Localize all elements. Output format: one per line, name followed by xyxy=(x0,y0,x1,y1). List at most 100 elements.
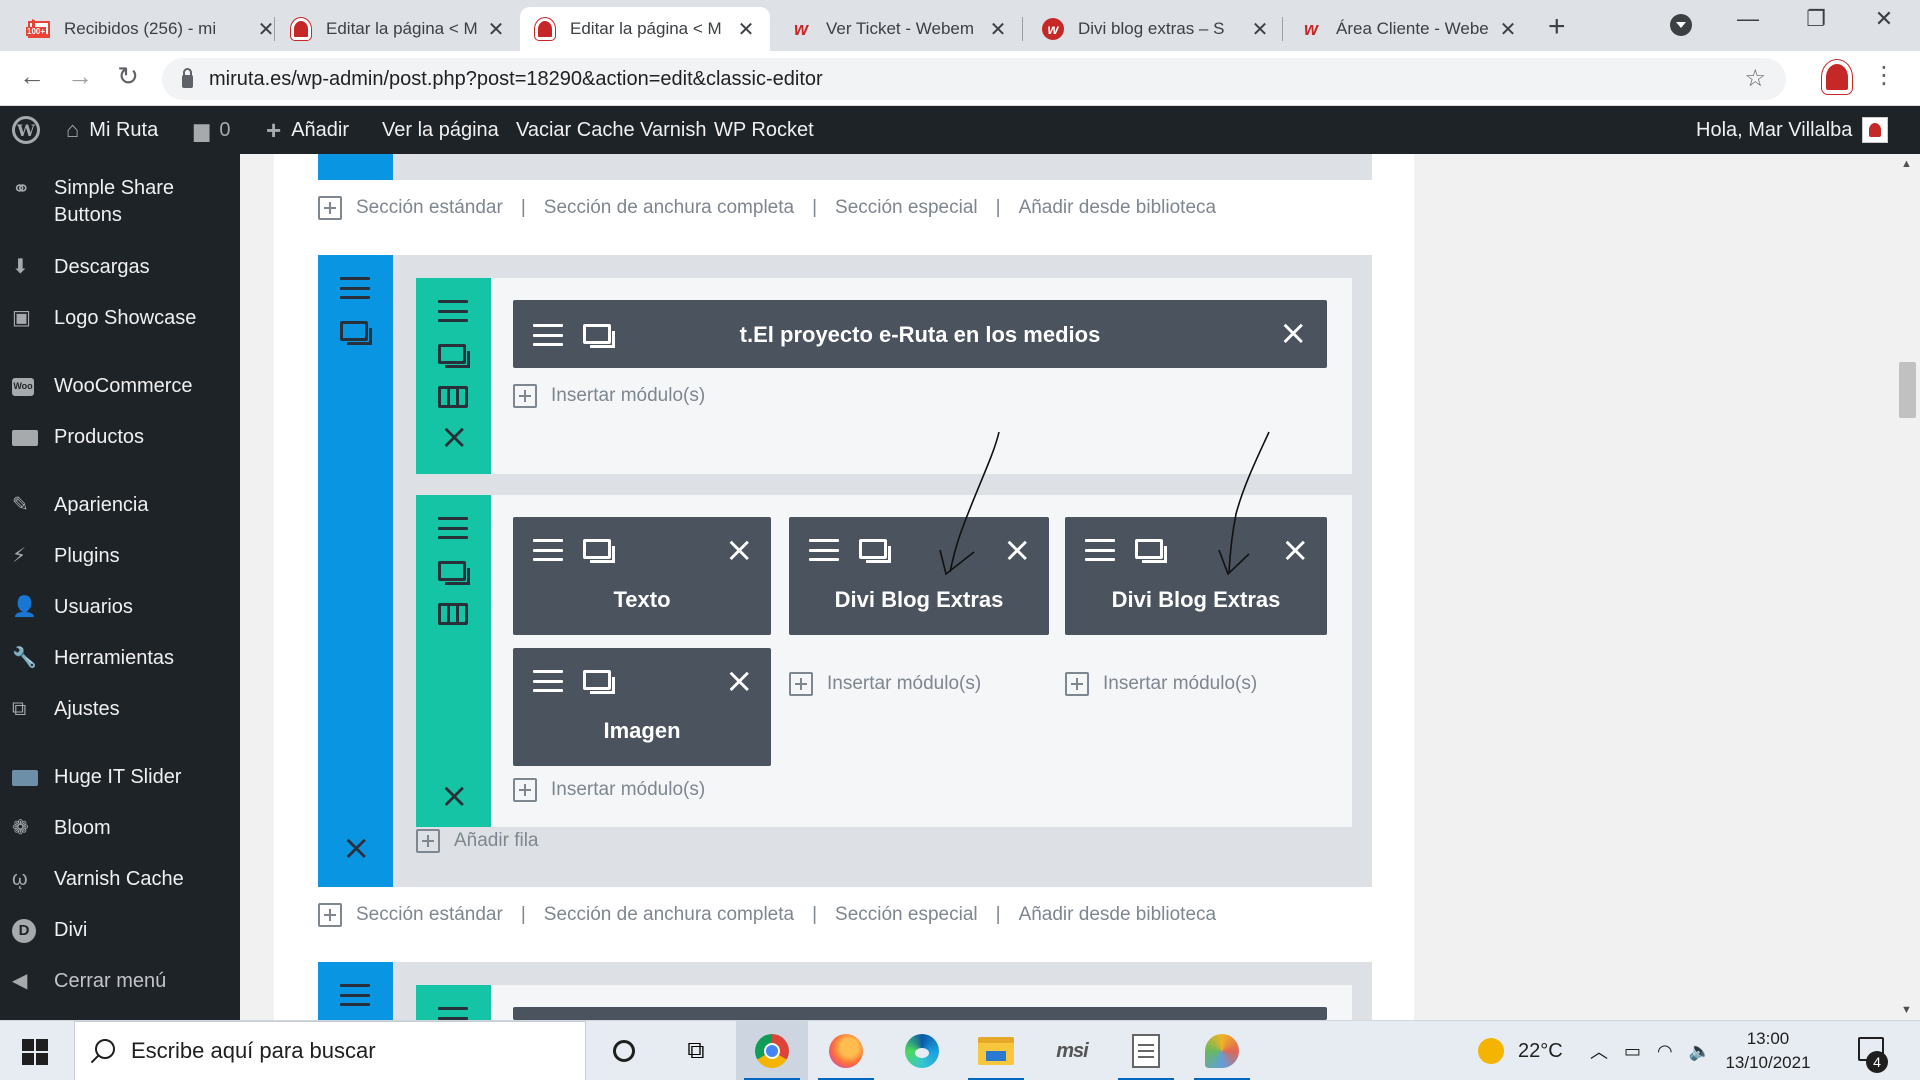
forward-icon[interactable]: → xyxy=(62,61,98,92)
chevron-up-icon[interactable]: ︿ xyxy=(1590,1038,1608,1064)
module-move-icon[interactable] xyxy=(533,670,563,692)
section-settings-icon[interactable] xyxy=(340,321,372,345)
module-delete-icon[interactable]: × xyxy=(725,664,754,698)
tab-gmail[interactable]: 100+ Recibidos (256) - mi ✕ xyxy=(14,7,290,51)
browser-menu-icon[interactable]: ⋮ xyxy=(1872,61,1896,90)
module-move-icon[interactable] xyxy=(809,539,839,561)
profile-avatar[interactable] xyxy=(1822,60,1852,94)
tab-editar-1[interactable]: Editar la página < M ✕ xyxy=(276,7,520,51)
msi-icon[interactable]: msi xyxy=(1036,1021,1108,1080)
add-special-section[interactable]: Sección especial xyxy=(835,197,978,219)
row-move-icon[interactable] xyxy=(438,517,468,539)
sidebar-item-plugins[interactable]: ⚡ Plugins xyxy=(0,543,240,570)
view-page-link[interactable]: Ver la página xyxy=(382,106,499,154)
row-settings-icon[interactable] xyxy=(438,344,470,368)
scroll-down-icon[interactable]: ▼ xyxy=(1901,1004,1912,1016)
sidebar-item-usuarios[interactable]: 👤 Usuarios xyxy=(0,594,240,621)
row-columns-icon[interactable] xyxy=(438,603,468,625)
sidebar-item-apariencia[interactable]: ✎ Apariencia xyxy=(0,492,240,519)
module-delete-icon[interactable]: × xyxy=(1279,316,1308,350)
insert-module-col3[interactable]: Insertar módulo(s) xyxy=(1065,672,1257,696)
wifi-icon[interactable]: ◠ xyxy=(1657,1041,1673,1062)
wp-rocket-link[interactable]: WP Rocket xyxy=(714,106,814,154)
module-texto[interactable]: × Texto xyxy=(513,517,771,635)
sidebar-item-herramientas[interactable]: 🔧 Herramientas xyxy=(0,645,240,672)
minimize-icon[interactable]: — xyxy=(1728,6,1768,32)
module-divi-blog-extras-2[interactable]: × Divi Blog Extras xyxy=(1065,517,1327,635)
reload-icon[interactable]: ↻ xyxy=(110,61,146,92)
tab-search-icon[interactable] xyxy=(1670,14,1692,36)
add-standard-section[interactable]: Sección estándar xyxy=(356,197,503,219)
tab-editar-active[interactable]: Editar la página < M ✕ xyxy=(520,7,770,51)
paint-icon[interactable] xyxy=(1186,1021,1258,1080)
add-from-library[interactable]: Añadir desde biblioteca xyxy=(1019,197,1217,219)
volume-icon[interactable]: 🔈 xyxy=(1689,1041,1711,1062)
notepad-icon[interactable] xyxy=(1110,1021,1182,1080)
sidebar-item-divi[interactable]: D Divi xyxy=(0,917,240,944)
section-delete-icon[interactable]: × xyxy=(342,831,371,865)
page-scrollbar[interactable]: ▲ ▼ xyxy=(1895,154,1920,1020)
module-settings-icon[interactable] xyxy=(583,670,615,694)
module-delete-icon[interactable]: × xyxy=(1003,533,1032,567)
weather-widget[interactable]: 22°C xyxy=(1478,1021,1563,1080)
insert-module-col2[interactable]: Insertar módulo(s) xyxy=(789,672,981,696)
lock-icon[interactable] xyxy=(182,67,193,88)
close-icon[interactable]: ✕ xyxy=(256,17,276,42)
row-delete-icon[interactable]: × xyxy=(440,779,469,813)
site-name-link[interactable]: ⌂ Mi Ruta xyxy=(66,106,158,154)
back-icon[interactable]: ← xyxy=(14,61,50,92)
section-next-bar[interactable] xyxy=(318,962,393,1020)
module-move-icon[interactable] xyxy=(1085,539,1115,561)
add-row-link[interactable]: Añadir fila xyxy=(416,829,539,853)
sidebar-item-productos[interactable]: Productos xyxy=(0,424,240,451)
add-fullwidth-section[interactable]: Sección de anchura completa xyxy=(544,197,794,219)
wordpress-logo-icon[interactable]: W xyxy=(12,106,40,154)
address-bar[interactable]: miruta.es/wp-admin/post.php?post=18290&a… xyxy=(162,58,1786,100)
close-icon[interactable]: ✕ xyxy=(736,17,756,42)
module-imagen[interactable]: × Imagen xyxy=(513,648,771,766)
row-next-bar[interactable] xyxy=(416,985,491,1020)
clock[interactable]: 13:00 13/10/2021 xyxy=(1718,1027,1818,1075)
windows-start-icon[interactable] xyxy=(22,1039,48,1065)
close-icon[interactable]: ✕ xyxy=(988,17,1008,42)
module-row1[interactable]: t.El proyecto e-Ruta en los medios × xyxy=(513,300,1327,368)
sidebar-item-woocommerce[interactable]: Woo WooCommerce xyxy=(0,373,240,400)
comments-link[interactable]: ▆ 0 xyxy=(194,106,231,154)
battery-icon[interactable]: ▭ xyxy=(1624,1041,1641,1062)
varnish-purge-link[interactable]: Vaciar Cache Varnish xyxy=(516,106,706,154)
tab-area-cliente[interactable]: w Área Cliente - Webe ✕ xyxy=(1286,7,1532,51)
sidebar-item-logo-showcase[interactable]: ▣ Logo Showcase xyxy=(0,305,240,332)
new-tab-icon[interactable]: + xyxy=(1548,10,1566,44)
add-new-link[interactable]: + Añadir xyxy=(266,106,349,154)
plus-icon[interactable] xyxy=(318,903,342,927)
firefox-icon[interactable] xyxy=(810,1021,882,1080)
module-move-icon[interactable] xyxy=(533,539,563,561)
bookmark-star-icon[interactable]: ☆ xyxy=(1744,64,1766,93)
close-icon[interactable]: ✕ xyxy=(1498,17,1518,42)
window-close-icon[interactable]: ✕ xyxy=(1864,6,1904,32)
row-1-handle-bar[interactable]: × xyxy=(416,278,491,474)
chrome-icon[interactable] xyxy=(736,1021,808,1080)
module-next[interactable] xyxy=(513,1007,1327,1020)
scrollbar-thumb[interactable] xyxy=(1899,362,1916,418)
module-settings-icon[interactable] xyxy=(1135,539,1167,563)
module-settings-icon[interactable] xyxy=(859,539,891,563)
sidebar-item-varnish-cache[interactable]: ῳ Varnish Cache xyxy=(0,866,240,893)
insert-module-row1[interactable]: Insertar módulo(s) xyxy=(513,384,705,408)
scroll-up-icon[interactable]: ▲ xyxy=(1901,158,1912,170)
tab-divi-blog-extras[interactable]: w Divi blog extras – S ✕ xyxy=(1028,7,1284,51)
taskbar-search[interactable]: Escribe aquí para buscar xyxy=(74,1021,586,1080)
edge-icon[interactable] xyxy=(886,1021,958,1080)
tab-ver-ticket[interactable]: w Ver Ticket - Webem ✕ xyxy=(776,7,1022,51)
sidebar-item-simple-share[interactable]: ⚭ Simple Share Buttons xyxy=(0,175,240,229)
row-columns-icon[interactable] xyxy=(438,386,468,408)
section-handle-bar[interactable]: × xyxy=(318,255,393,887)
add-standard-section[interactable]: Sección estándar xyxy=(356,904,503,926)
sidebar-item-cerrar-menu[interactable]: ◀ Cerrar menú xyxy=(0,968,240,995)
add-fullwidth-section[interactable]: Sección de anchura completa xyxy=(544,904,794,926)
url-text[interactable]: miruta.es/wp-admin/post.php?post=18290&a… xyxy=(209,68,823,91)
insert-module-col1[interactable]: Insertar módulo(s) xyxy=(513,778,705,802)
close-icon[interactable]: ✕ xyxy=(1250,17,1270,42)
module-delete-icon[interactable]: × xyxy=(725,533,754,567)
row-settings-icon[interactable] xyxy=(438,561,470,585)
